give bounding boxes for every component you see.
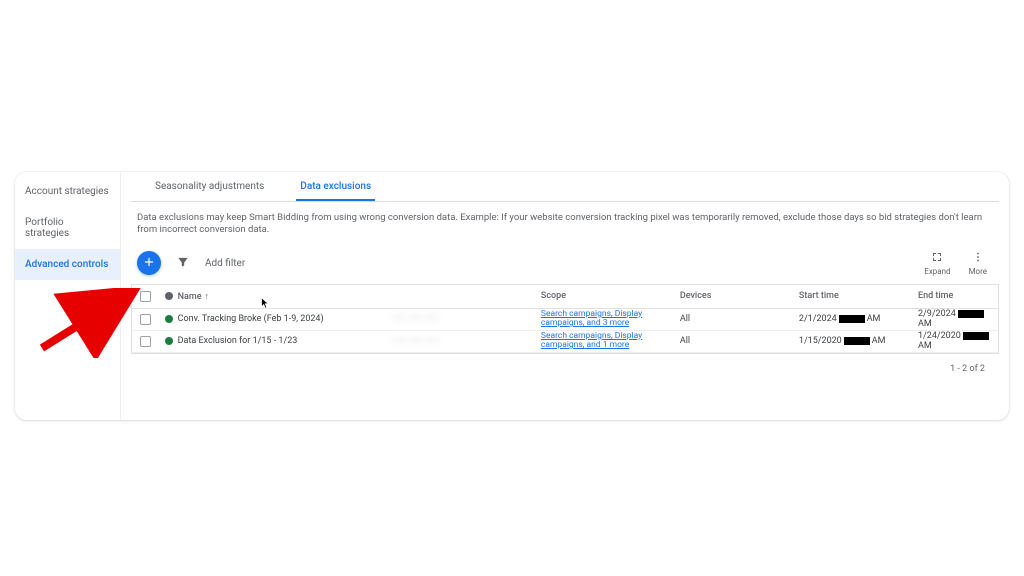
column-header-end[interactable]: End time [918, 291, 998, 301]
main-content: Seasonality adjustments Data exclusions … [121, 172, 1009, 420]
more-label: More [969, 267, 987, 276]
tabs: Seasonality adjustments Data exclusions [131, 172, 999, 202]
status-dot-enabled [165, 337, 173, 345]
more-icon [972, 251, 984, 265]
redacted-time [958, 310, 984, 318]
column-header-devices[interactable]: Devices [680, 291, 799, 301]
row-name[interactable]: Conv. Tracking Broke (Feb 1-9, 2024) [178, 314, 392, 324]
page-description: Data exclusions may keep Smart Bidding f… [131, 202, 999, 247]
tab-data-exclusions[interactable]: Data exclusions [296, 173, 375, 201]
expand-icon [931, 251, 943, 265]
status-column-icon[interactable] [165, 292, 173, 300]
more-button[interactable]: More [969, 251, 987, 276]
table-header: Name↑ Scope Devices Start time End time [132, 285, 998, 309]
sidebar-item-account-strategies[interactable]: Account strategies [15, 176, 120, 207]
toolbar: Add filter Expand More [131, 247, 999, 284]
add-filter-input[interactable]: Add filter [205, 258, 910, 269]
table-row: Conv. Tracking Broke (Feb 1-9, 2024) —— … [132, 309, 998, 331]
row-devices: All [680, 336, 799, 346]
select-all-checkbox[interactable] [140, 291, 151, 302]
tab-seasonality-adjustments[interactable]: Seasonality adjustments [151, 173, 268, 201]
row-checkbox[interactable] [140, 314, 151, 325]
blurred-cell: —— —— —— [392, 336, 439, 346]
sort-asc-icon: ↑ [205, 292, 210, 302]
column-header-scope[interactable]: Scope [541, 291, 680, 301]
scope-link[interactable]: Search campaigns, Display campaigns, and… [541, 332, 680, 351]
plus-icon [142, 255, 156, 272]
redacted-time [844, 337, 870, 345]
row-checkbox[interactable] [140, 336, 151, 347]
row-name[interactable]: Data Exclusion for 1/15 - 1/23 [178, 336, 392, 346]
add-button[interactable] [137, 251, 161, 275]
filter-icon [176, 255, 190, 272]
sidebar: Account strategies Portfolio strategies … [15, 172, 121, 420]
filter-button[interactable] [175, 255, 191, 271]
sidebar-item-portfolio-strategies[interactable]: Portfolio strategies [15, 207, 120, 249]
data-table: Name↑ Scope Devices Start time End time … [131, 284, 999, 354]
row-end-time: 1/24/2020AM [918, 331, 998, 351]
main-panel: Account strategies Portfolio strategies … [15, 172, 1009, 420]
row-start-time: 1/15/2020AM [799, 336, 918, 346]
pagination: 1 - 2 of 2 [131, 354, 999, 384]
row-start-time: 2/1/2024AM [799, 314, 918, 324]
sidebar-item-advanced-controls[interactable]: Advanced controls [15, 249, 120, 280]
expand-button[interactable]: Expand [924, 251, 950, 276]
expand-label: Expand [924, 267, 950, 276]
redacted-time [839, 315, 865, 323]
redacted-time [963, 332, 989, 340]
status-dot-enabled [165, 315, 173, 323]
row-devices: All [680, 314, 799, 324]
column-header-start[interactable]: Start time [799, 291, 918, 301]
row-end-time: 2/9/2024AM [918, 309, 998, 329]
table-row: Data Exclusion for 1/15 - 1/23 —— —— —— … [132, 331, 998, 353]
column-header-name[interactable]: Name↑ [178, 291, 392, 302]
scope-link[interactable]: Search campaigns, Display campaigns, and… [541, 310, 680, 329]
blurred-cell: —— —— —— [392, 314, 439, 324]
